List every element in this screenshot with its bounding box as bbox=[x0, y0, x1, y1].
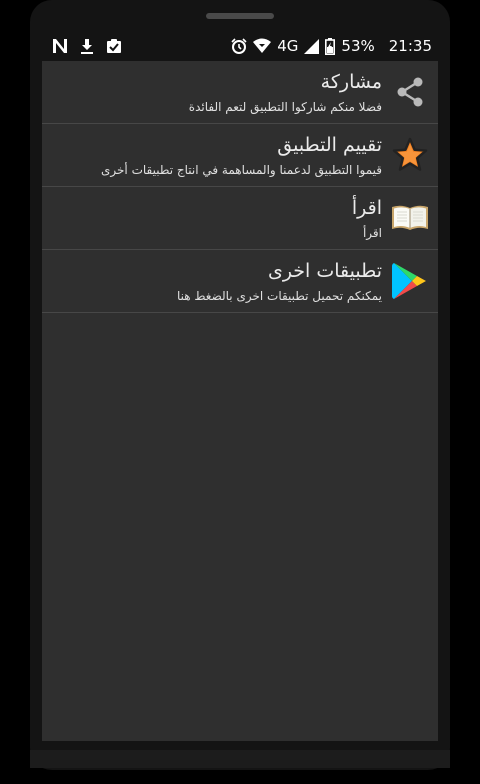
menu-item-rate[interactable]: تقييم التطبيق قيموا التطبيق لدعمنا والمس… bbox=[42, 124, 438, 187]
star-icon bbox=[392, 137, 428, 171]
menu-list: مشاركة فضلا منكم شاركوا التطبيق لتعم الف… bbox=[42, 61, 438, 741]
signal-icon bbox=[304, 38, 320, 54]
status-bar: 4G 53% 21:35 bbox=[42, 34, 438, 61]
clipboard-check-icon bbox=[107, 39, 121, 53]
clock: 21:35 bbox=[388, 37, 432, 55]
earpiece-speaker bbox=[206, 13, 274, 19]
menu-item-subtitle: اقرأ bbox=[362, 226, 382, 240]
battery-icon bbox=[325, 37, 336, 55]
download-icon bbox=[81, 39, 93, 54]
menu-item-read[interactable]: اقرأ اقرأ bbox=[42, 187, 438, 250]
play-store-icon bbox=[392, 263, 426, 299]
menu-item-title: اقرأ bbox=[351, 197, 382, 219]
alarm-icon bbox=[231, 38, 247, 54]
menu-item-share[interactable]: مشاركة فضلا منكم شاركوا التطبيق لتعم الف… bbox=[42, 61, 438, 124]
menu-item-subtitle: قيموا التطبيق لدعمنا والمساهمة في انتاج … bbox=[101, 163, 382, 177]
n-icon bbox=[53, 39, 67, 53]
battery-percent: 53% bbox=[341, 37, 375, 55]
share-icon bbox=[397, 77, 423, 107]
navigation-bar bbox=[30, 750, 450, 768]
menu-item-title: تطبيقات اخرى bbox=[267, 260, 382, 282]
menu-item-title: تقييم التطبيق bbox=[277, 134, 382, 156]
menu-item-subtitle: فضلا منكم شاركوا التطبيق لتعم الفائدة bbox=[188, 100, 382, 114]
network-type: 4G bbox=[277, 37, 299, 55]
menu-item-subtitle: يمكنكم تحميل تطبيقات اخرى بالضغط هنا bbox=[176, 289, 382, 303]
wifi-icon bbox=[253, 38, 272, 53]
menu-item-title: مشاركة bbox=[320, 71, 382, 93]
book-icon bbox=[392, 205, 428, 230]
menu-item-other-apps[interactable]: تطبيقات اخرى يمكنكم تحميل تطبيقات اخرى ب… bbox=[42, 250, 438, 313]
